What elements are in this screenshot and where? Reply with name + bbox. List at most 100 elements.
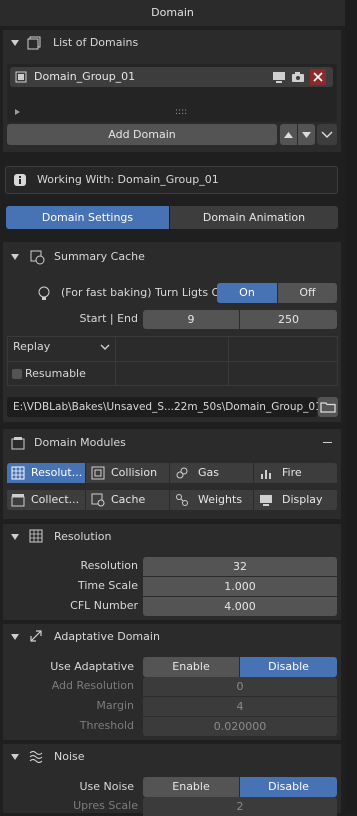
module-label: Resolut... — [31, 466, 83, 479]
lights-on-button[interactable]: On — [217, 283, 277, 303]
working-with-text: Working With: Domain_Group_01 — [37, 173, 219, 186]
list-icon — [27, 36, 41, 50]
fire-icon — [261, 470, 271, 479]
module-gas[interactable]: Gas — [170, 463, 253, 483]
use-noise-label: Use Noise — [79, 780, 134, 793]
time-scale-label: Time Scale — [77, 579, 138, 592]
monitor-icon — [260, 495, 272, 506]
threshold-field[interactable]: 0.020000 — [143, 717, 337, 736]
collapse-icon[interactable] — [11, 40, 19, 46]
wave-icon — [29, 750, 43, 763]
tab-domain-settings[interactable]: Domain Settings — [6, 206, 169, 229]
module-label: Collect... — [31, 493, 80, 506]
adaptative-disable-button[interactable]: Disable — [240, 657, 337, 677]
add-resolution-field[interactable]: 0 — [143, 677, 337, 696]
adaptative-domain-panel: Adaptative Domain Use Adaptative Enable … — [3, 624, 341, 740]
replay-dropdown[interactable]: Replay — [13, 337, 50, 357]
end-field[interactable]: 250 — [240, 310, 337, 329]
collector-icon — [11, 494, 25, 507]
monitor-icon[interactable] — [272, 71, 286, 83]
module-display[interactable]: Display — [254, 490, 337, 510]
module-label: Collision — [111, 466, 158, 479]
properties-header: Domain — [0, 0, 345, 26]
collapse-icon[interactable] — [11, 254, 19, 260]
upres-scale-label: Upres Scale — [73, 799, 138, 812]
module-label: Display — [282, 493, 323, 506]
working-with-box: Working With: Domain_Group_01 — [5, 166, 338, 194]
gas-icon — [176, 467, 188, 479]
resumable-checkbox[interactable] — [12, 369, 22, 379]
header-title: Domain — [151, 6, 194, 19]
collapse-icon[interactable] — [11, 634, 19, 640]
upres-scale-field[interactable]: 2 — [143, 797, 337, 816]
lights-off-button[interactable]: Off — [278, 283, 337, 303]
panel-title: Noise — [54, 750, 85, 763]
start-end-label: Start | End — [79, 312, 138, 325]
cache-icon — [30, 250, 45, 265]
panel-title: Adaptative Domain — [54, 630, 160, 643]
chevron-down-icon — [321, 131, 333, 138]
module-fire[interactable]: Fire — [254, 463, 337, 483]
folder-icon — [320, 402, 336, 413]
panel-title: Domain Modules — [34, 436, 126, 449]
cache-path-field[interactable]: E:\VDBLab\Bakes\Unsaved_S...22m_50s\Doma… — [7, 397, 322, 417]
collision-icon — [91, 466, 105, 480]
adaptative-enable-button[interactable]: Enable — [143, 657, 239, 677]
panel-title: List of Domains — [53, 36, 139, 49]
resumable-label: Resumable — [25, 367, 86, 380]
module-collectors[interactable]: Collect... — [7, 490, 85, 510]
summary-cache-panel: Summary Cache (For fast baking) Turn Lig… — [3, 242, 341, 422]
list-item-domain[interactable]: Domain_Group_01 — [10, 67, 333, 87]
add-resolution-label: Add Resolution — [51, 679, 134, 692]
module-label: Fire — [282, 466, 302, 479]
noise-disable-button[interactable]: Disable — [240, 777, 337, 797]
list-menu-button[interactable] — [317, 124, 337, 145]
collapse-icon[interactable] — [11, 754, 19, 760]
add-domain-button[interactable]: Add Domain — [7, 124, 277, 145]
panel-title: Resolution — [54, 530, 112, 543]
time-scale-field[interactable]: 1.000 — [143, 577, 337, 596]
grid-icon — [29, 529, 43, 543]
expand-arrows-icon — [30, 630, 42, 642]
module-resolution[interactable]: Resolut... — [7, 463, 85, 483]
resolution-panel: Resolution Resolution 32 Time Scale 1.00… — [3, 524, 341, 620]
delete-button[interactable] — [310, 69, 326, 85]
browse-folder-button[interactable] — [318, 397, 338, 417]
triangle-up-icon — [284, 132, 293, 138]
expand-arrow-icon[interactable] — [15, 109, 20, 115]
move-up-button[interactable] — [280, 124, 297, 145]
module-weights[interactable]: Weights — [170, 490, 253, 510]
collapse-minus-icon[interactable] — [323, 442, 332, 443]
weights-icon — [176, 494, 188, 506]
triangle-down-icon — [302, 132, 311, 138]
chevron-down-icon[interactable] — [100, 343, 110, 351]
resolution-field[interactable]: 32 — [143, 557, 337, 576]
module-label: Cache — [111, 493, 146, 506]
margin-field[interactable]: 4 — [143, 697, 337, 716]
move-down-button[interactable] — [298, 124, 315, 145]
use-adaptative-label: Use Adaptative — [50, 660, 134, 673]
cache-icon — [91, 493, 105, 507]
noise-enable-button[interactable]: Enable — [143, 777, 239, 797]
fast-baking-label: (For fast baking) Turn Ligts Off — [61, 286, 228, 299]
cache-path-text: E:\VDBLab\Bakes\Unsaved_S...22m_50s\Doma… — [13, 401, 322, 413]
cfl-number-label: CFL Number — [70, 599, 138, 612]
grid-icon — [11, 466, 25, 480]
cfl-number-field[interactable]: 4.000 — [143, 597, 337, 616]
domain-modules-panel: Domain Modules Resolut... Collision Gas … — [3, 429, 341, 519]
module-label: Weights — [198, 493, 243, 506]
margin-label: Margin — [96, 699, 134, 712]
module-cache[interactable]: Cache — [86, 490, 169, 510]
resize-grip[interactable]: :::: — [175, 102, 187, 122]
tab-domain-animation[interactable]: Domain Animation — [170, 206, 338, 229]
collapse-icon[interactable] — [11, 534, 19, 540]
camera-icon[interactable] — [291, 71, 305, 83]
start-field[interactable]: 9 — [143, 310, 239, 329]
list-of-domains-panel: List of Domains Domain_Group_01 :::: Add… — [3, 30, 341, 152]
scrollbar[interactable] — [345, 0, 357, 813]
noise-panel: Noise Use Noise Enable Disable Upres Sca… — [3, 744, 341, 816]
module-collision[interactable]: Collision — [86, 463, 169, 483]
list-item-label: Domain_Group_01 — [34, 70, 136, 83]
threshold-label: Threshold — [79, 719, 134, 732]
lightbulb-icon — [38, 286, 50, 300]
